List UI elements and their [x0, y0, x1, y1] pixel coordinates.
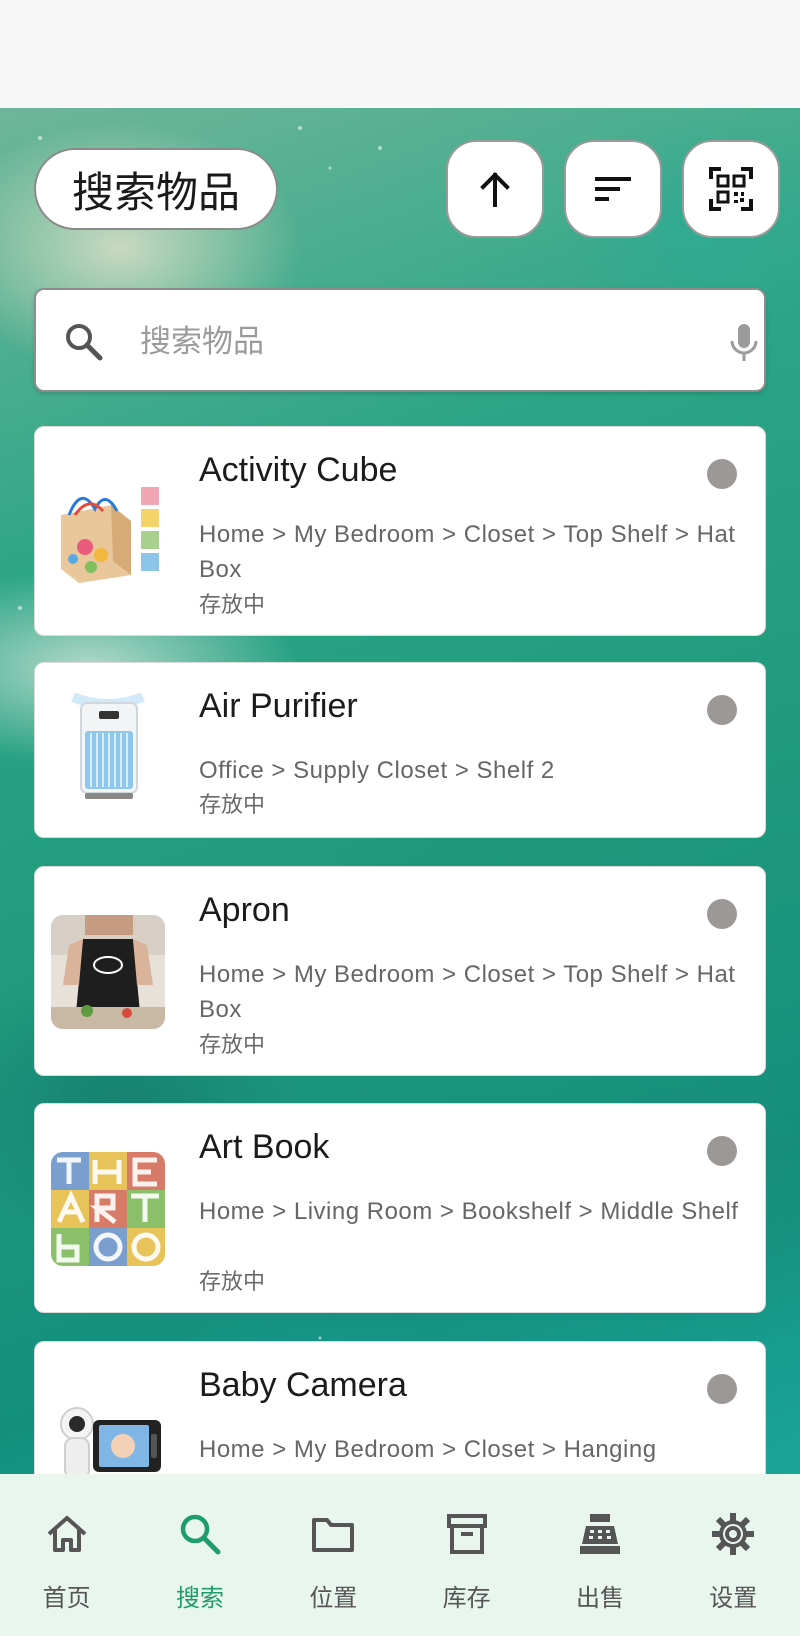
nav-label: 位置	[309, 1584, 358, 1612]
air-purifier-thumbnail	[51, 693, 165, 807]
nav-label: 库存	[442, 1584, 491, 1612]
status-bar	[0, 0, 800, 108]
status-dot	[707, 1374, 737, 1404]
item-name: Art Book	[199, 1128, 330, 1166]
nav-item-search[interactable]: 搜索	[133, 1474, 266, 1636]
item-card-apron[interactable]: Apron Home > My Bedroom > Closet > Top S…	[34, 866, 766, 1076]
nav-item-sell[interactable]: 出售	[533, 1474, 666, 1636]
sort-button[interactable]	[564, 140, 662, 238]
art-book-thumbnail	[51, 1152, 165, 1266]
item-status: 存放中	[199, 1033, 266, 1058]
status-dot	[707, 1136, 737, 1166]
nav-label: 设置	[709, 1584, 758, 1612]
item-location-path: Home > My Bedroom > Closet > Top Shelf >…	[199, 961, 736, 1023]
item-name: Air Purifier	[199, 687, 358, 725]
item-location-path: Office > Supply Closet > Shelf 2	[199, 757, 555, 784]
status-dot	[707, 899, 737, 929]
item-card-air-purifier[interactable]: Air Purifier Office > Supply Closet > Sh…	[34, 662, 766, 838]
archive-icon	[446, 1514, 487, 1554]
nav-item-inventory[interactable]: 库存	[400, 1474, 533, 1636]
activity-cube-thumbnail	[51, 475, 165, 589]
item-name: Activity Cube	[199, 451, 398, 489]
status-dot	[707, 459, 737, 489]
nav-label: 出售	[575, 1584, 624, 1612]
apron-thumbnail	[51, 915, 165, 1029]
status-dot	[707, 695, 737, 725]
item-card-art-book[interactable]: Art Book Home > Living Room > Bookshelf …	[34, 1103, 766, 1313]
page-title: 搜索物品	[34, 148, 278, 230]
item-status: 存放中	[199, 793, 266, 818]
cash-register-icon	[579, 1514, 620, 1554]
scan-qr-button[interactable]	[682, 140, 780, 238]
item-status: 存放中	[199, 1270, 266, 1295]
nav-item-locations[interactable]: 位置	[267, 1474, 400, 1636]
microphone-icon[interactable]	[722, 320, 766, 364]
item-name: Apron	[199, 891, 290, 929]
item-location-path: Home > My Bedroom > Closet > Hanging	[199, 1436, 657, 1463]
nav-label: 首页	[42, 1584, 91, 1612]
item-location-path: Home > My Bedroom > Closet > Top Shelf >…	[199, 521, 736, 583]
nav-item-home[interactable]: 首页	[0, 1474, 133, 1636]
item-card-activity-cube[interactable]: Activity Cube Home > My Bedroom > Closet…	[34, 426, 766, 636]
item-name: Baby Camera	[199, 1366, 407, 1404]
scroll-top-button[interactable]	[446, 140, 544, 238]
qr-scan-icon	[709, 167, 753, 211]
home-icon	[47, 1516, 86, 1552]
bottom-navigation: 首页 搜索 位置 库存 出售 设置	[0, 1474, 800, 1636]
search-icon	[180, 1514, 221, 1555]
search-input[interactable]	[140, 312, 700, 372]
gear-icon	[712, 1513, 755, 1555]
nav-label: 搜索	[175, 1584, 224, 1612]
search-bar[interactable]	[34, 288, 766, 392]
folder-icon	[312, 1518, 355, 1552]
arrow-up-icon	[480, 172, 510, 207]
sort-icon	[595, 177, 631, 201]
search-icon	[66, 324, 103, 361]
nav-item-settings[interactable]: 设置	[667, 1474, 800, 1636]
item-location-path: Home > Living Room > Bookshelf > Middle …	[199, 1198, 739, 1225]
item-status: 存放中	[199, 593, 266, 618]
